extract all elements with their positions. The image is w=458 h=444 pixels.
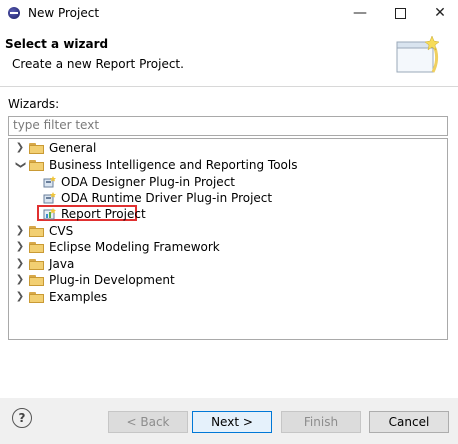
finish-button[interactable]: Finish: [281, 411, 361, 433]
folder-open-icon: [29, 160, 44, 171]
folder-icon: [29, 259, 44, 270]
header-description: Create a new Report Project.: [12, 57, 184, 71]
filter-input[interactable]: [9, 117, 447, 133]
minimize-button[interactable]: —: [340, 0, 380, 28]
chevron-right-icon[interactable]: ❯: [15, 223, 25, 239]
wizard-header: Select a wizard Create a new Report Proj…: [0, 28, 458, 87]
filter-field[interactable]: [8, 116, 448, 136]
wizard-banner-icon: [396, 35, 440, 73]
wizard-tree[interactable]: ❯ General ❯ Business Intelligence and Re…: [8, 138, 448, 340]
close-button[interactable]: ✕: [420, 0, 458, 28]
window-title: New Project: [28, 6, 100, 20]
tree-item-label: CVS: [49, 224, 74, 238]
chevron-right-icon[interactable]: ❯: [15, 289, 25, 305]
tree-item-label: ODA Runtime Driver Plug-in Project: [61, 191, 273, 205]
button-bar: ? < Back Next > Finish Cancel: [0, 399, 458, 444]
tree-item-label: Business Intelligence and Reporting Tool…: [49, 158, 298, 172]
chevron-right-icon[interactable]: ❯: [15, 272, 25, 288]
tree-item-label: Report Project: [61, 207, 146, 221]
next-button[interactable]: Next >: [192, 411, 272, 433]
tree-item-label: General: [49, 141, 97, 155]
tree-item-label: Examples: [49, 290, 108, 304]
tree-item-label: Eclipse Modeling Framework: [49, 240, 220, 254]
folder-icon: [29, 292, 44, 303]
tree-item-label: Java: [49, 257, 75, 271]
title-bar: New Project — ✕: [0, 0, 458, 28]
cancel-button[interactable]: Cancel: [369, 411, 449, 433]
maximize-icon: [394, 7, 406, 19]
help-button[interactable]: ?: [12, 408, 32, 428]
back-button[interactable]: < Back: [108, 411, 188, 433]
folder-icon: [29, 275, 44, 286]
chevron-down-icon[interactable]: ❯: [12, 160, 28, 170]
tree-item-label: ODA Designer Plug-in Project: [61, 175, 235, 189]
folder-icon: [29, 143, 44, 154]
tree-item-label: Plug-in Development: [49, 273, 175, 287]
folder-icon: [29, 242, 44, 253]
wizards-label: Wizards:: [8, 97, 60, 111]
eclipse-icon: [8, 7, 20, 19]
folder-icon: [29, 226, 44, 237]
plugin-project-icon: [43, 192, 56, 204]
maximize-button[interactable]: [380, 0, 420, 28]
chevron-right-icon[interactable]: ❯: [15, 140, 25, 156]
plugin-project-icon: [43, 176, 56, 188]
header-title: Select a wizard: [5, 37, 109, 51]
report-project-icon: [43, 208, 56, 220]
chevron-right-icon[interactable]: ❯: [15, 239, 25, 255]
chevron-right-icon[interactable]: ❯: [15, 256, 25, 272]
